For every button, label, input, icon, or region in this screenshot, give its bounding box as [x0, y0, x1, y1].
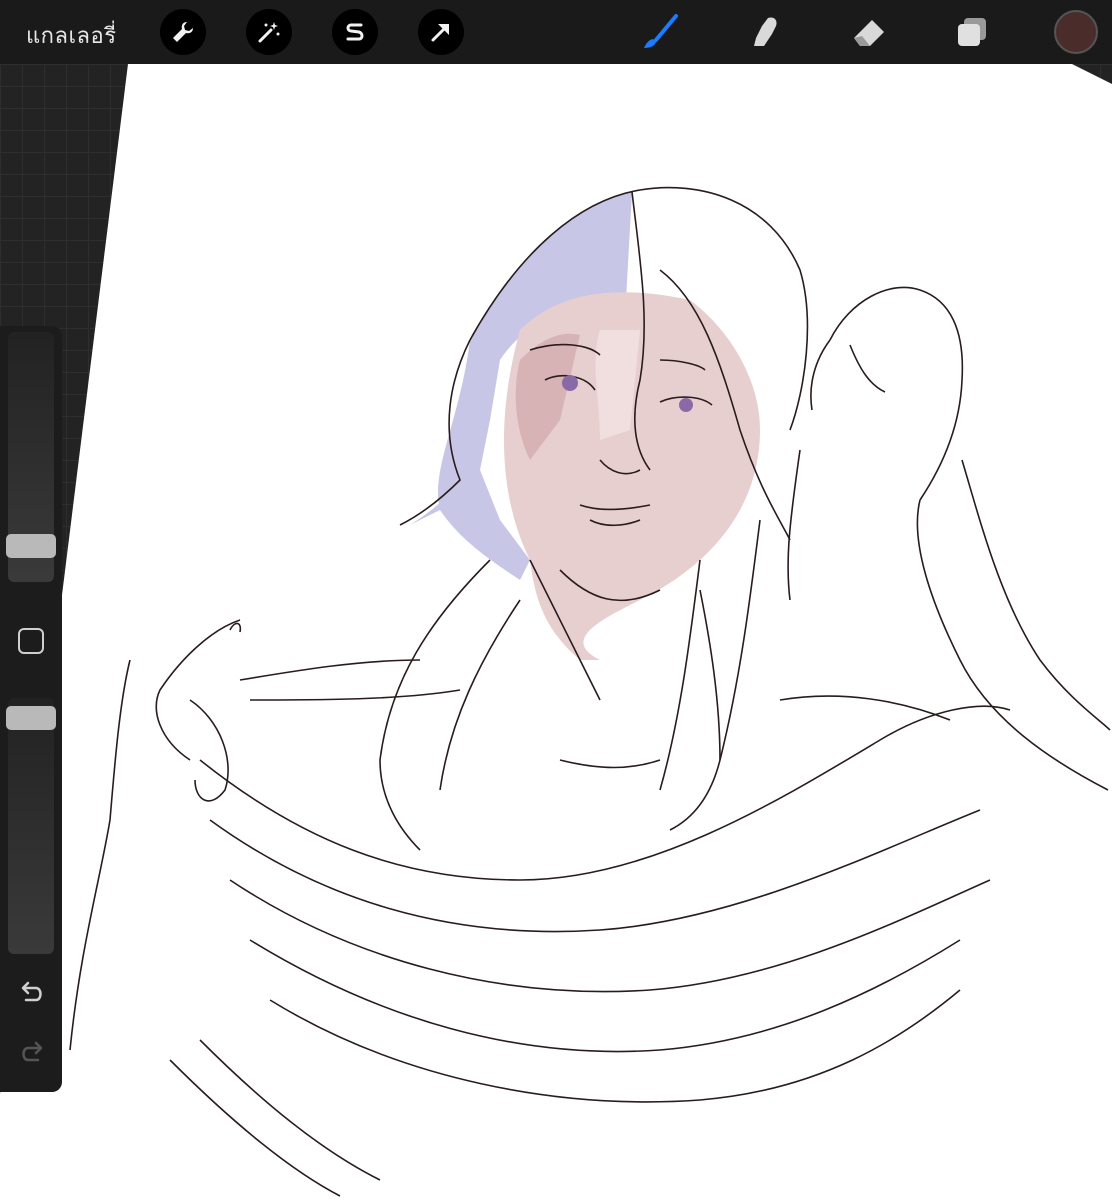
eraser-icon — [854, 20, 884, 46]
modify-button[interactable] — [18, 628, 44, 654]
smudge-finger-icon — [754, 17, 777, 46]
drawing-canvas[interactable] — [0, 64, 1112, 1200]
brush-tool-button[interactable] — [640, 12, 680, 52]
undo-arrow-icon[interactable] — [16, 978, 48, 1010]
top-toolbar: แกลเลอรี่ — [0, 0, 1112, 64]
gallery-button[interactable]: แกลเลอรี่ — [26, 18, 117, 53]
transform-button[interactable] — [418, 9, 464, 55]
selection-s-icon — [346, 23, 364, 41]
layers-button[interactable] — [952, 12, 992, 52]
artwork — [69, 186, 1111, 1197]
eraser-tool-button[interactable] — [848, 12, 888, 52]
color-picker-button[interactable] — [1054, 10, 1098, 54]
brush-icon — [644, 14, 678, 48]
selection-button[interactable] — [332, 9, 378, 55]
wrench-icon — [173, 22, 193, 42]
magic-wand-icon — [258, 22, 280, 43]
redo-arrow-icon[interactable] — [16, 1038, 48, 1070]
left-sidebar — [0, 326, 62, 1092]
actions-button[interactable] — [160, 9, 206, 55]
brush-size-thumb[interactable] — [6, 534, 56, 558]
opacity-slider[interactable] — [8, 698, 54, 954]
smudge-tool-button[interactable] — [746, 12, 786, 52]
adjustments-button[interactable] — [246, 9, 292, 55]
layers-icon — [958, 18, 986, 46]
opacity-thumb[interactable] — [6, 706, 56, 730]
arrow-cursor-icon — [431, 24, 449, 42]
